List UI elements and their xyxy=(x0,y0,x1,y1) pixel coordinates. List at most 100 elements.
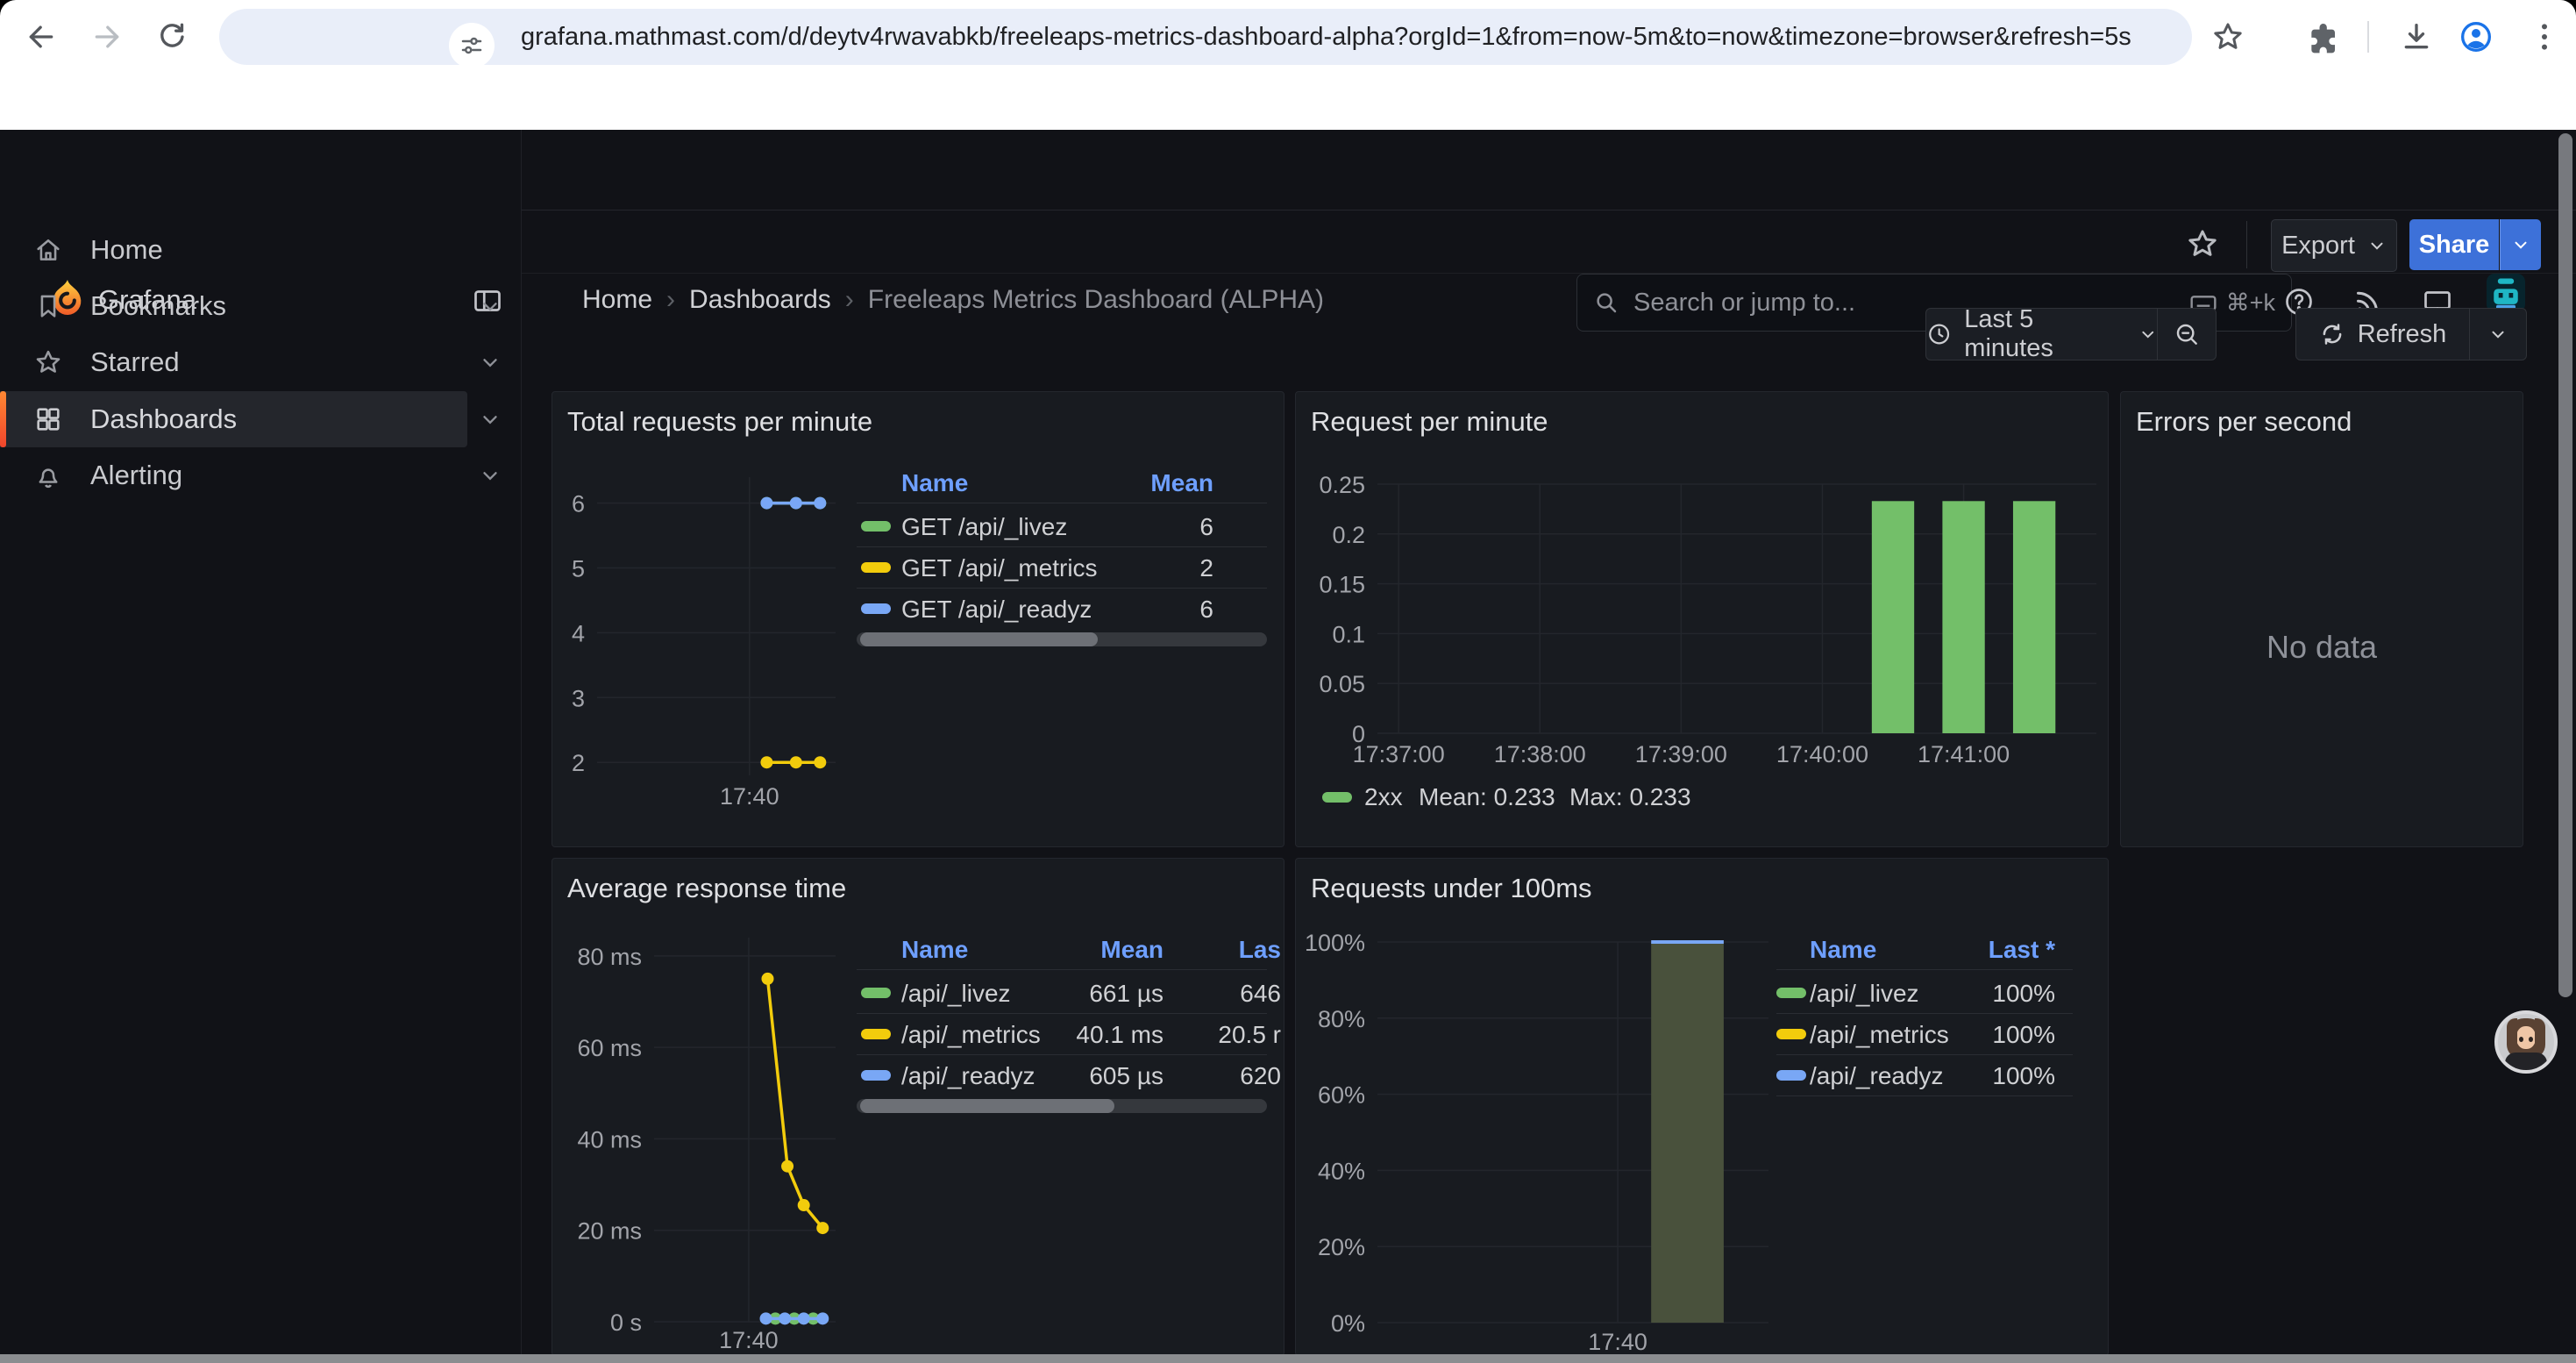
panel-requests-under-100ms[interactable]: Requests under 100ms 100%80%60%40%20%0%1… xyxy=(1295,858,2109,1356)
bell-icon xyxy=(33,460,63,490)
panel-errors-per-second[interactable]: Errors per second No data xyxy=(2120,391,2523,847)
download-icon[interactable] xyxy=(2399,19,2434,54)
sidebar-item-starred[interactable]: Starred xyxy=(0,334,522,390)
svg-text:40 ms: 40 ms xyxy=(577,1126,642,1152)
time-range-label: Last 5 minutes xyxy=(1964,305,2125,363)
svg-text:17:40: 17:40 xyxy=(1588,1329,1647,1355)
panel-legend: Name Mean GET /api/_livez 6 GET /api/_me… xyxy=(857,469,1267,653)
panel-total-requests-per-minute[interactable]: Total requests per minute 6543217:40 Nam… xyxy=(551,391,1284,847)
time-range-group: Last 5 minutes xyxy=(1925,308,2217,360)
legend-row[interactable]: /api/_livez 661 µs 646 xyxy=(857,973,1267,1013)
share-dropdown-button[interactable] xyxy=(2500,219,2541,270)
sidebar-item-alerting[interactable]: Alerting xyxy=(0,447,522,503)
profile-icon[interactable] xyxy=(2459,19,2494,54)
breadcrumb-home[interactable]: Home xyxy=(582,285,652,315)
svg-text:0.1: 0.1 xyxy=(1332,621,1365,647)
no-data-message: No data xyxy=(2121,629,2523,666)
legend-header-last[interactable]: Las xyxy=(1185,936,1281,964)
legend-row[interactable]: /api/_livez 100% xyxy=(1776,973,2073,1013)
svg-text:3: 3 xyxy=(572,685,585,711)
svg-text:40%: 40% xyxy=(1318,1158,1365,1184)
svg-text:17:41:00: 17:41:00 xyxy=(1918,741,2010,767)
legend-row[interactable]: GET /api/_readyz 6 xyxy=(857,589,1267,629)
favorite-star-icon[interactable] xyxy=(2185,226,2220,261)
breadcrumb-dashboards[interactable]: Dashboards xyxy=(689,285,831,315)
browser-toolbar: grafana.mathmast.com/d/deytv4rwavabkb/fr… xyxy=(0,0,2576,74)
export-label: Export xyxy=(2281,232,2355,260)
zoom-out-button[interactable] xyxy=(2157,309,2216,360)
refresh-label: Refresh xyxy=(2358,320,2447,349)
chevron-down-icon[interactable] xyxy=(479,351,502,374)
chevron-down-icon[interactable] xyxy=(479,464,502,487)
legend-header-name[interactable]: Name xyxy=(1810,936,1876,964)
legend-header-name[interactable]: Name xyxy=(901,469,968,497)
chevron-down-icon[interactable] xyxy=(479,408,502,431)
url-bar[interactable]: grafana.mathmast.com/d/deytv4rwavabkb/fr… xyxy=(219,9,2192,65)
series-swatch xyxy=(1776,988,1806,998)
legend-mean: Mean: 0.233 xyxy=(1419,783,1555,811)
chevron-down-icon[interactable] xyxy=(479,295,502,318)
legend-row[interactable]: /api/_metrics 100% xyxy=(1776,1014,2073,1054)
legend-row[interactable]: /api/_readyz 605 µs 620 xyxy=(857,1055,1267,1095)
zoom-out-icon xyxy=(2173,320,2201,348)
legend-row[interactable]: GET /api/_livez 6 xyxy=(857,506,1267,546)
reload-icon[interactable] xyxy=(154,19,189,54)
clock-icon xyxy=(1926,321,1952,347)
svg-text:6: 6 xyxy=(572,491,585,517)
legend-header-name[interactable]: Name xyxy=(901,936,968,964)
url-text[interactable]: grafana.mathmast.com/d/deytv4rwavabkb/fr… xyxy=(521,9,2131,65)
series-swatch xyxy=(861,1070,891,1081)
svg-text:0.2: 0.2 xyxy=(1332,522,1365,548)
panel-legend[interactable]: 2xx Mean: 0.233 Max: 0.233 xyxy=(1296,783,2108,818)
svg-text:17:40: 17:40 xyxy=(720,783,779,810)
panel-request-per-minute[interactable]: Request per minute 0.250.20.150.10.05017… xyxy=(1295,391,2109,847)
export-button[interactable]: Export xyxy=(2271,219,2397,272)
avatar-hair-side xyxy=(2507,1018,2517,1048)
panel-average-response-time[interactable]: Average response time 80 ms60 ms40 ms20 … xyxy=(551,858,1284,1356)
refresh-icon xyxy=(2319,321,2345,347)
legend-scrollbar[interactable] xyxy=(857,632,1267,646)
svg-text:4: 4 xyxy=(572,620,585,646)
share-button[interactable]: Share xyxy=(2409,219,2499,270)
breadcrumb: Home › Dashboards › Freeleaps Metrics Da… xyxy=(582,260,1324,340)
legend-row[interactable]: /api/_metrics 40.1 ms 20.5 r xyxy=(857,1014,1267,1054)
sidebar-item-home[interactable]: Home xyxy=(0,222,522,278)
bookmark-star-icon[interactable] xyxy=(2210,19,2245,54)
panel-legend: Name Mean Las /api/_livez 661 µs 646 /ap… xyxy=(857,936,1267,1120)
toolbar-divider xyxy=(2246,221,2247,268)
legend-header-mean[interactable]: Mean xyxy=(1150,469,1213,497)
legend-header-last[interactable]: Last * xyxy=(1989,936,2055,964)
forward-icon[interactable] xyxy=(89,19,125,54)
series-swatch xyxy=(861,988,891,998)
svg-text:2: 2 xyxy=(572,750,585,776)
back-icon[interactable] xyxy=(24,19,59,54)
avatar-hair-side xyxy=(2535,1018,2545,1048)
sidebar-item-dashboards[interactable]: Dashboards xyxy=(0,391,522,447)
chevron-down-icon xyxy=(2488,325,2508,344)
panel-title: Errors per second xyxy=(2136,406,2352,438)
svg-text:17:38:00: 17:38:00 xyxy=(1494,741,1586,767)
nav-bottom-border xyxy=(522,210,2576,211)
legend-header-mean[interactable]: Mean xyxy=(1100,936,1163,964)
floating-user-avatar[interactable] xyxy=(2494,1010,2558,1074)
menu-kebab-icon[interactable] xyxy=(2527,19,2562,54)
chevron-down-icon xyxy=(2511,235,2530,254)
refresh-button[interactable]: Refresh xyxy=(2296,309,2469,360)
panel-legend: Name Last * /api/_livez 100% /api/_metri… xyxy=(1776,936,2073,1111)
sidebar-item-label: Starred xyxy=(90,346,180,378)
legend-max: Max: 0.233 xyxy=(1569,783,1691,811)
refresh-interval-dropdown[interactable] xyxy=(2469,309,2526,360)
legend-row[interactable]: GET /api/_metrics 2 xyxy=(857,547,1267,588)
page-scrollbar[interactable] xyxy=(2558,133,2572,997)
series-swatch xyxy=(861,603,891,614)
extensions-icon[interactable] xyxy=(2304,19,2339,54)
user-avatar[interactable] xyxy=(2487,274,2525,312)
svg-text:17:37:00: 17:37:00 xyxy=(1353,741,1445,767)
legend-row[interactable]: /api/_readyz 100% xyxy=(1776,1055,2073,1095)
legend-scrollbar[interactable] xyxy=(857,1099,1267,1113)
sidebar-item-bookmarks[interactable]: Bookmarks xyxy=(0,278,522,334)
site-settings-icon[interactable] xyxy=(449,23,495,68)
svg-text:5: 5 xyxy=(572,555,585,582)
subheader-border xyxy=(522,273,2576,274)
time-range-button[interactable]: Last 5 minutes xyxy=(1926,309,2157,360)
